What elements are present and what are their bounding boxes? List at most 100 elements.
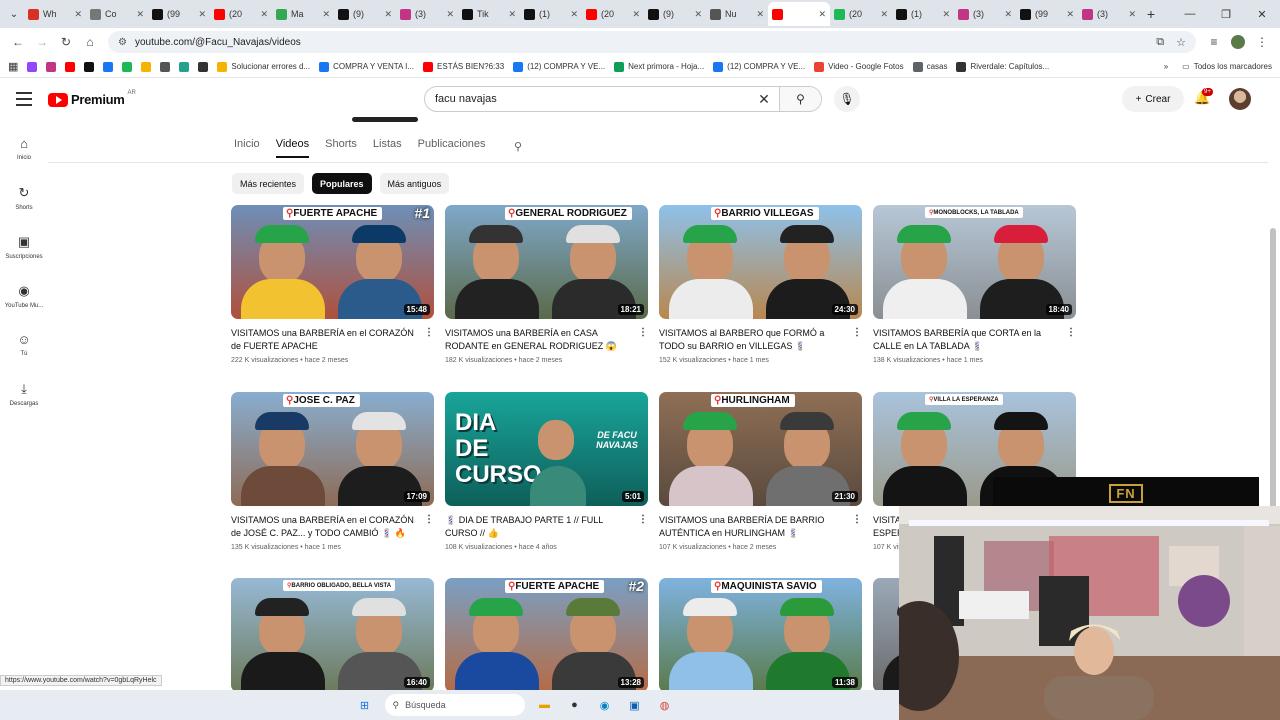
bookmark-item[interactable] (160, 61, 171, 72)
guide-menu-icon[interactable] (16, 92, 32, 106)
browser-tab[interactable]: (9) ✕ (644, 2, 706, 26)
video-thumbnail[interactable]: ⚲FUERTE APACHE #2 13:28 (445, 578, 648, 692)
browser-tab[interactable]: (3) ✕ (954, 2, 1016, 26)
tab-close-icon[interactable]: ✕ (74, 9, 82, 20)
video-card[interactable]: ⚲BARRIO OBLIGADO, BELLA VISTA 16:40 (231, 578, 434, 692)
guide-item[interactable]: ◉ YouTube Mu... (0, 271, 48, 320)
browser-tab[interactable]: (3) ✕ (396, 2, 458, 26)
store-icon[interactable]: ▣ (625, 695, 645, 715)
bookmark-item[interactable] (179, 61, 190, 72)
video-title[interactable]: VISITAMOS BARBERÍA que CORTA en la CALLE… (873, 327, 1064, 353)
video-thumbnail[interactable]: ⚲BARRIO VILLEGAS 24:30 (659, 205, 862, 319)
video-card[interactable]: ⚲FUERTE APACHE #2 13:28 (445, 578, 648, 692)
tab-close-icon[interactable]: ✕ (818, 9, 826, 20)
browser-tab[interactable]: (3) ✕ (1078, 2, 1140, 26)
bookmark-item[interactable]: (12) COMPRA Y VE... (513, 61, 605, 72)
install-app-icon[interactable]: ⧉ (1156, 36, 1164, 49)
video-title[interactable]: VISITAMOS una BARBERÍA en CASA RODANTE e… (445, 327, 636, 353)
channel-tab[interactable]: Shorts (325, 138, 357, 150)
site-info-icon[interactable]: ⚙ (118, 37, 127, 48)
guide-item[interactable]: ↻ Shorts (0, 173, 48, 222)
bookmark-item[interactable] (122, 61, 133, 72)
bookmark-item[interactable]: Riverdale: Capítulos... (956, 61, 1049, 72)
tab-close-icon[interactable]: ✕ (632, 9, 640, 20)
video-thumbnail[interactable]: ⚲MONOBLOCKS, LA TABLADA 18:40 (873, 205, 1076, 319)
channel-tab[interactable]: Inicio (234, 138, 260, 150)
address-bar[interactable]: ⚙ youtube.com/@Facu_Navajas/videos ⧉ ☆ (108, 31, 1196, 53)
browser-tab[interactable]: (9) ✕ (334, 2, 396, 26)
reload-icon[interactable]: ↻ (54, 30, 78, 54)
sort-chip[interactable]: Populares (312, 173, 372, 194)
video-card[interactable]: ⚲FUERTE APACHE #1 15:48 VISITAMOS una BARBE… (231, 205, 434, 364)
browser-menu-icon[interactable]: ⋮ (1250, 30, 1274, 54)
guide-item[interactable]: ⤓ Descargas (0, 369, 48, 418)
browser-tab[interactable]: (20 ✕ (830, 2, 892, 26)
tab-close-icon[interactable]: ✕ (198, 9, 206, 20)
browser-tab[interactable]: (99 ✕ (148, 2, 210, 26)
restore-icon[interactable]: ❐ (1208, 0, 1244, 28)
bookmarks-overflow-icon[interactable]: » (1164, 62, 1168, 71)
video-title[interactable]: VISITAMOS una BARBERÍA en el CORAZÓN de … (231, 514, 422, 540)
video-thumbnail[interactable]: ⚲BARRIO OBLIGADO, BELLA VISTA 16:40 (231, 578, 434, 692)
youtube-logo[interactable]: Premium AR (48, 90, 136, 107)
video-card[interactable]: ⚲MONOBLOCKS, LA TABLADA 18:40 VISITAMOS BA… (873, 205, 1076, 364)
account-avatar[interactable] (1229, 88, 1251, 110)
browser-tab[interactable]: Nu ✕ (706, 2, 768, 26)
video-card[interactable]: ⚲MAQUINISTA SAVIO 11:38 (659, 578, 862, 692)
bookmark-item[interactable]: Next primora - Hoja... (614, 61, 704, 72)
tab-close-icon[interactable]: ✕ (942, 9, 950, 20)
bookmark-item[interactable] (141, 61, 152, 72)
new-tab-button[interactable]: + (1140, 6, 1162, 22)
tab-close-icon[interactable]: ✕ (260, 9, 268, 20)
tab-close-icon[interactable]: ✕ (1128, 9, 1136, 20)
tab-close-icon[interactable]: ✕ (570, 9, 578, 20)
profile-icon[interactable] (1226, 30, 1250, 54)
apps-grid-icon[interactable]: ▦ (8, 60, 18, 73)
browser-tab[interactable]: Tik ✕ (458, 2, 520, 26)
create-button[interactable]: + Crear (1122, 86, 1184, 112)
video-menu-icon[interactable]: ⋮ (850, 327, 862, 364)
clear-search-icon[interactable]: ✕ (749, 91, 779, 108)
bookmark-item[interactable] (65, 61, 76, 72)
guide-item[interactable]: ☺ Tú (0, 320, 48, 369)
browser-tab[interactable]: (99 ✕ (1016, 2, 1078, 26)
all-bookmarks-folder[interactable]: ▭ Todos los marcadores (1182, 62, 1272, 71)
channel-tab[interactable]: Publicaciones (418, 138, 486, 150)
sort-chip[interactable]: Más recientes (232, 173, 305, 194)
video-menu-icon[interactable]: ⋮ (850, 514, 862, 551)
minimize-icon[interactable]: — (1172, 0, 1208, 28)
voice-search-button[interactable]: 🎙 (834, 86, 860, 112)
tab-close-icon[interactable]: ✕ (880, 9, 888, 20)
video-title[interactable]: VISITAMOS al BARBERO que FORMÓ a TODO su… (659, 327, 850, 353)
video-menu-icon[interactable]: ⋮ (636, 327, 648, 364)
video-thumbnail[interactable]: DIA DE CURSO DE FACU NAVAJAS 5:01 (445, 392, 648, 506)
search-button[interactable]: ⚲ (779, 87, 821, 111)
video-title[interactable]: VISITAMOS una BARBERÍA en el CORAZÓN de … (231, 327, 422, 353)
tab-close-icon[interactable]: ✕ (1004, 9, 1012, 20)
home-icon[interactable]: ⌂ (78, 30, 102, 54)
forward-icon[interactable]: → (30, 30, 54, 54)
tab-close-icon[interactable]: ✕ (508, 9, 516, 20)
video-thumbnail[interactable]: ⚲GENERAL RODRIGUEZ 18:21 (445, 205, 648, 319)
browser-tab[interactable]: ✕ (768, 2, 830, 26)
video-thumbnail[interactable]: ⚲JOSE C. PAZ 17:09 (231, 392, 434, 506)
back-icon[interactable]: ← (6, 30, 30, 54)
channel-tab[interactable]: Listas (373, 138, 402, 150)
tab-close-icon[interactable]: ✕ (384, 9, 392, 20)
reading-list-icon[interactable]: ≡ (1202, 30, 1226, 54)
video-menu-icon[interactable]: ⋮ (422, 514, 434, 551)
bookmark-item[interactable] (46, 61, 57, 72)
bookmark-item[interactable]: casas (912, 61, 947, 72)
windows-start-icon[interactable]: ⊞ (355, 695, 375, 715)
video-thumbnail[interactable]: ⚲FUERTE APACHE #1 15:48 (231, 205, 434, 319)
channel-tab[interactable]: Videos (275, 138, 310, 158)
browser-tab[interactable]: Ma ✕ (272, 2, 334, 26)
tab-close-icon[interactable]: ✕ (694, 9, 702, 20)
taskbar-search[interactable]: ⚲ Búsqueda (384, 694, 525, 716)
tab-close-icon[interactable]: ✕ (756, 9, 764, 20)
bookmark-item[interactable] (27, 61, 38, 72)
tab-close-icon[interactable]: ✕ (136, 9, 144, 20)
video-menu-icon[interactable]: ⋮ (636, 514, 648, 551)
tab-close-icon[interactable]: ✕ (322, 9, 330, 20)
video-card[interactable]: ⚲GENERAL RODRIGUEZ 18:21 VISITAMOS una BAR… (445, 205, 648, 364)
